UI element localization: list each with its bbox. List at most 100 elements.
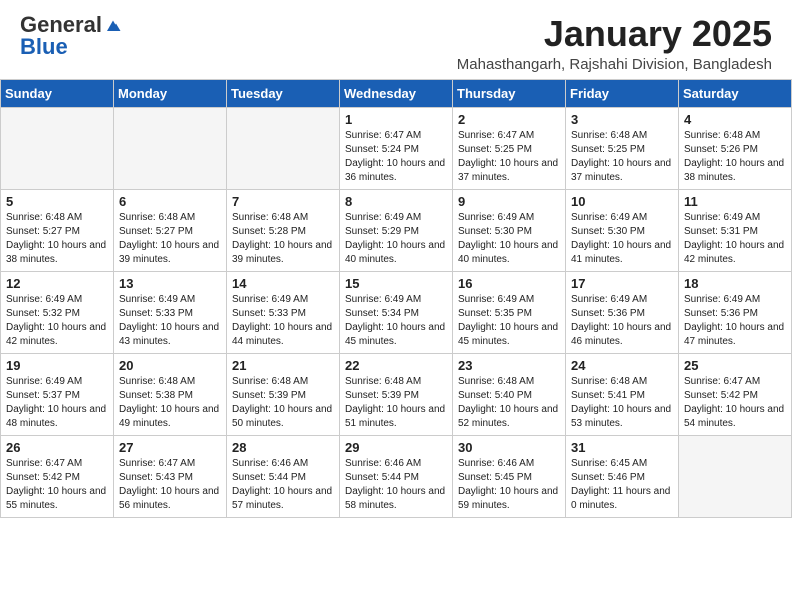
day-number: 17 [571,276,673,291]
logo-icon [104,16,122,34]
calendar-cell: 13 Sunrise: 6:49 AMSunset: 5:33 PMDayligh… [114,271,227,353]
calendar-table: SundayMondayTuesdayWednesdayThursdayFrid… [0,79,792,518]
day-number: 15 [345,276,447,291]
day-info: Sunrise: 6:47 AMSunset: 5:24 PMDaylight:… [345,129,447,185]
weekday-header-tuesday: Tuesday [227,79,340,107]
calendar-cell [1,107,114,189]
day-info: Sunrise: 6:49 AMSunset: 5:33 PMDaylight:… [232,293,334,349]
calendar-cell: 20 Sunrise: 6:48 AMSunset: 5:38 PMDayligh… [114,353,227,435]
day-info: Sunrise: 6:49 AMSunset: 5:36 PMDaylight:… [684,293,786,349]
weekday-header-thursday: Thursday [453,79,566,107]
calendar-cell [114,107,227,189]
day-number: 31 [571,440,673,455]
day-number: 9 [458,194,560,209]
day-info: Sunrise: 6:47 AMSunset: 5:25 PMDaylight:… [458,129,560,185]
day-number: 5 [6,194,108,209]
day-number: 6 [119,194,221,209]
day-number: 8 [345,194,447,209]
day-number: 14 [232,276,334,291]
day-number: 24 [571,358,673,373]
day-info: Sunrise: 6:47 AMSunset: 5:42 PMDaylight:… [684,375,786,431]
day-info: Sunrise: 6:48 AMSunset: 5:38 PMDaylight:… [119,375,221,431]
day-info: Sunrise: 6:47 AMSunset: 5:43 PMDaylight:… [119,457,221,513]
weekday-header-wednesday: Wednesday [340,79,453,107]
day-info: Sunrise: 6:49 AMSunset: 5:32 PMDaylight:… [6,293,108,349]
day-info: Sunrise: 6:46 AMSunset: 5:44 PMDaylight:… [232,457,334,513]
calendar-cell: 1 Sunrise: 6:47 AMSunset: 5:24 PMDaylight… [340,107,453,189]
calendar-cell: 19 Sunrise: 6:49 AMSunset: 5:37 PMDayligh… [1,353,114,435]
calendar-cell: 7Sunrise: 6:48 AMSunset: 5:28 PMDaylight… [227,189,340,271]
calendar-cell: 12 Sunrise: 6:49 AMSunset: 5:32 PMDayligh… [1,271,114,353]
calendar-cell: 31 Sunrise: 6:45 AMSunset: 5:46 PMDayligh… [566,435,679,517]
weekday-header-row: SundayMondayTuesdayWednesdayThursdayFrid… [1,79,792,107]
calendar-cell: 30Sunrise: 6:46 AMSunset: 5:45 PMDayligh… [453,435,566,517]
day-info: Sunrise: 6:45 AMSunset: 5:46 PMDaylight:… [571,457,673,513]
day-info: Sunrise: 6:48 AMSunset: 5:27 PMDaylight:… [119,211,221,267]
calendar-cell: 18 Sunrise: 6:49 AMSunset: 5:36 PMDayligh… [679,271,792,353]
day-number: 22 [345,358,447,373]
day-number: 19 [6,358,108,373]
calendar-cell: 28 Sunrise: 6:46 AMSunset: 5:44 PMDayligh… [227,435,340,517]
calendar-cell: 29 Sunrise: 6:46 AMSunset: 5:44 PMDayligh… [340,435,453,517]
calendar-cell: 15 Sunrise: 6:49 AMSunset: 5:34 PMDayligh… [340,271,453,353]
day-number: 10 [571,194,673,209]
day-number: 27 [119,440,221,455]
day-number: 29 [345,440,447,455]
day-number: 20 [119,358,221,373]
calendar-cell: 23Sunrise: 6:48 AMSunset: 5:40 PMDayligh… [453,353,566,435]
day-info: Sunrise: 6:47 AMSunset: 5:42 PMDaylight:… [6,457,108,513]
calendar-cell: 27 Sunrise: 6:47 AMSunset: 5:43 PMDayligh… [114,435,227,517]
day-number: 12 [6,276,108,291]
calendar-cell: 11 Sunrise: 6:49 AMSunset: 5:31 PMDayligh… [679,189,792,271]
day-info: Sunrise: 6:46 AMSunset: 5:44 PMDaylight:… [345,457,447,513]
logo-general: General [20,14,102,36]
day-number: 28 [232,440,334,455]
day-number: 16 [458,276,560,291]
week-row-1: 1 Sunrise: 6:47 AMSunset: 5:24 PMDaylight… [1,107,792,189]
day-number: 7 [232,194,334,209]
day-number: 25 [684,358,786,373]
week-row-4: 19 Sunrise: 6:49 AMSunset: 5:37 PMDayligh… [1,353,792,435]
logo-blue-text: Blue [20,36,68,58]
day-info: Sunrise: 6:49 AMSunset: 5:33 PMDaylight:… [119,293,221,349]
day-number: 18 [684,276,786,291]
day-info: Sunrise: 6:49 AMSunset: 5:37 PMDaylight:… [6,375,108,431]
week-row-3: 12 Sunrise: 6:49 AMSunset: 5:32 PMDayligh… [1,271,792,353]
day-number: 26 [6,440,108,455]
month-title: January 2025 [457,14,772,54]
day-info: Sunrise: 6:48 AMSunset: 5:40 PMDaylight:… [458,375,560,431]
day-info: Sunrise: 6:48 AMSunset: 5:39 PMDaylight:… [232,375,334,431]
day-number: 1 [345,112,447,127]
weekday-header-sunday: Sunday [1,79,114,107]
calendar-cell: 5 Sunrise: 6:48 AMSunset: 5:27 PMDaylight… [1,189,114,271]
day-number: 3 [571,112,673,127]
day-info: Sunrise: 6:49 AMSunset: 5:36 PMDaylight:… [571,293,673,349]
calendar-cell: 9 Sunrise: 6:49 AMSunset: 5:30 PMDaylight… [453,189,566,271]
day-number: 21 [232,358,334,373]
calendar-cell: 14 Sunrise: 6:49 AMSunset: 5:33 PMDayligh… [227,271,340,353]
calendar-cell: 2Sunrise: 6:47 AMSunset: 5:25 PMDaylight… [453,107,566,189]
day-info: Sunrise: 6:49 AMSunset: 5:31 PMDaylight:… [684,211,786,267]
location-title: Mahasthangarh, Rajshahi Division, Bangla… [457,56,772,73]
day-info: Sunrise: 6:49 AMSunset: 5:30 PMDaylight:… [458,211,560,267]
calendar-cell: 10Sunrise: 6:49 AMSunset: 5:30 PMDayligh… [566,189,679,271]
day-info: Sunrise: 6:48 AMSunset: 5:27 PMDaylight:… [6,211,108,267]
day-info: Sunrise: 6:49 AMSunset: 5:29 PMDaylight:… [345,211,447,267]
calendar-cell: 6 Sunrise: 6:48 AMSunset: 5:27 PMDaylight… [114,189,227,271]
weekday-header-saturday: Saturday [679,79,792,107]
calendar-cell [227,107,340,189]
day-info: Sunrise: 6:49 AMSunset: 5:34 PMDaylight:… [345,293,447,349]
page-header: General Blue January 2025 Mahasthangarh,… [0,0,792,79]
day-info: Sunrise: 6:48 AMSunset: 5:41 PMDaylight:… [571,375,673,431]
calendar-cell: 8 Sunrise: 6:49 AMSunset: 5:29 PMDaylight… [340,189,453,271]
day-number: 11 [684,194,786,209]
calendar-cell: 22Sunrise: 6:48 AMSunset: 5:39 PMDayligh… [340,353,453,435]
calendar-cell: 16 Sunrise: 6:49 AMSunset: 5:35 PMDayligh… [453,271,566,353]
day-number: 13 [119,276,221,291]
title-block: January 2025 Mahasthangarh, Rajshahi Div… [457,14,772,73]
calendar-cell: 17 Sunrise: 6:49 AMSunset: 5:36 PMDayligh… [566,271,679,353]
day-info: Sunrise: 6:48 AMSunset: 5:25 PMDaylight:… [571,129,673,185]
weekday-header-friday: Friday [566,79,679,107]
day-info: Sunrise: 6:49 AMSunset: 5:35 PMDaylight:… [458,293,560,349]
week-row-5: 26 Sunrise: 6:47 AMSunset: 5:42 PMDayligh… [1,435,792,517]
